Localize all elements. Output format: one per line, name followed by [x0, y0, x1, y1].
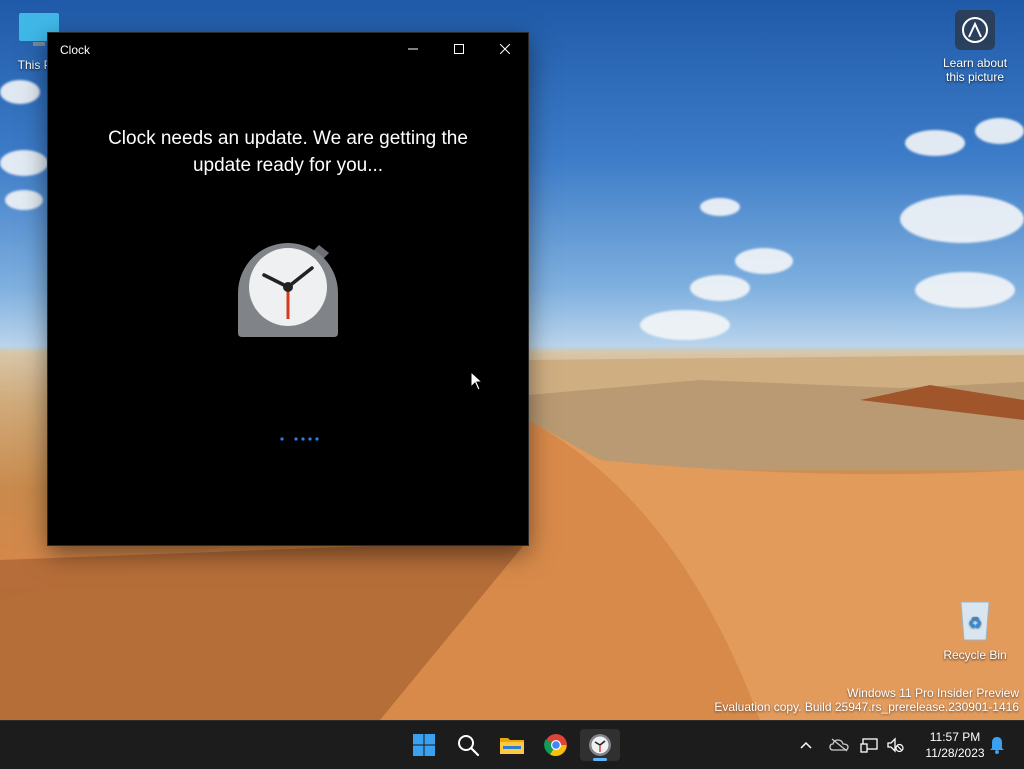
notification-bell-icon	[990, 737, 1004, 754]
chrome-icon	[544, 734, 567, 756]
network-button[interactable]	[858, 721, 880, 769]
mouse-cursor-icon	[470, 371, 484, 391]
volume-button[interactable]	[884, 721, 906, 769]
minimize-icon	[408, 48, 418, 50]
watermark-line-2: Evaluation copy. Build 25947.rs_prerelea…	[714, 700, 1019, 714]
watermark-line-1: Windows 11 Pro Insider Preview	[847, 686, 1019, 700]
search-button[interactable]	[448, 729, 488, 761]
chevron-up-icon	[800, 741, 812, 749]
taskbar: 11:57 PM 11/28/2023	[0, 720, 1024, 769]
clock-window: Clock Clock needs an update. We are gett…	[48, 33, 528, 545]
active-app-indicator	[593, 758, 607, 761]
maximize-icon	[454, 44, 464, 54]
chrome-button[interactable]	[536, 729, 576, 761]
window-title: Clock	[60, 43, 91, 57]
minimize-button[interactable]	[390, 33, 436, 65]
show-hidden-icons-button[interactable]	[796, 721, 816, 769]
desktop-icon-learn-about-picture[interactable]: Learn about this picture	[936, 10, 1014, 84]
title-bar[interactable]: Clock	[48, 33, 528, 65]
search-icon	[458, 735, 480, 757]
onedrive-button[interactable]	[826, 721, 852, 769]
start-button[interactable]	[404, 729, 444, 761]
file-explorer-icon	[500, 738, 524, 754]
close-icon	[500, 44, 510, 54]
desktop-icon-label: Recycle Bin	[943, 648, 1007, 662]
desktop-icon-label: Learn about this picture	[942, 56, 1008, 84]
windows-start-icon	[413, 734, 435, 756]
notification-center-button[interactable]	[986, 721, 1008, 769]
maximize-button[interactable]	[436, 33, 482, 65]
close-button[interactable]	[482, 33, 528, 65]
network-icon	[860, 738, 878, 753]
update-message: Clock needs an update. We are getting th…	[108, 128, 468, 176]
recycle-bin-icon: ♻	[936, 598, 1014, 645]
clock-app-icon	[589, 734, 611, 756]
clock-app-taskbar-button[interactable]	[580, 729, 620, 761]
desktop-icon-recycle-bin[interactable]: ♻ Recycle Bin	[936, 598, 1014, 662]
windows-watermark: Windows 11 Pro Insider Preview Evaluatio…	[714, 686, 1019, 714]
onedrive-icon	[829, 738, 849, 752]
file-explorer-button[interactable]	[492, 729, 532, 761]
svg-text:♻: ♻	[968, 615, 982, 632]
loading-progress-dots	[280, 437, 319, 441]
volume-muted-icon	[887, 737, 904, 753]
camera-lens-icon	[936, 10, 1014, 53]
alarm-clock-icon	[237, 233, 339, 344]
